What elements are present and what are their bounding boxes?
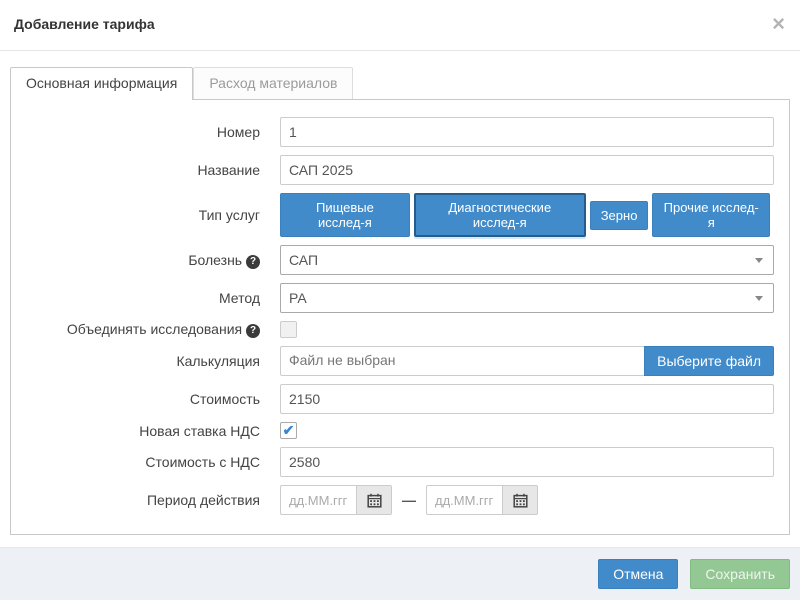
- service-type-grain-button[interactable]: Зерно: [590, 201, 649, 230]
- file-status-text: Файл не выбран: [280, 346, 644, 376]
- cost-with-vat-input[interactable]: [280, 447, 774, 477]
- cost-input[interactable]: [280, 384, 774, 414]
- choose-file-button[interactable]: Выберите файл: [644, 346, 774, 376]
- row-number: Номер: [26, 117, 774, 147]
- help-icon[interactable]: ?: [246, 324, 260, 338]
- row-method: Метод РА: [26, 283, 774, 313]
- close-icon[interactable]: ×: [772, 16, 785, 32]
- new-vat-checkbox[interactable]: ✔: [280, 422, 297, 439]
- row-calculation: Калькуляция Файл не выбран Выберите файл: [26, 346, 774, 376]
- number-input[interactable]: [280, 117, 774, 147]
- new-vat-label: Новая ставка НДС: [26, 423, 280, 439]
- cost-label: Стоимость: [26, 391, 280, 407]
- calendar-icon: [513, 493, 528, 508]
- cancel-button[interactable]: Отмена: [598, 559, 678, 589]
- calendar-icon: [367, 493, 382, 508]
- tab-materials-label: Расход материалов: [209, 75, 337, 91]
- service-type-food-button[interactable]: Пищевые исслед-я: [280, 193, 410, 237]
- name-label: Название: [26, 162, 280, 178]
- number-label: Номер: [26, 124, 280, 140]
- merge-studies-label: Объединять исследования ?: [26, 321, 280, 338]
- period-from-group: [280, 485, 392, 515]
- method-select-value: РА: [289, 290, 307, 306]
- disease-select-value: САП: [289, 252, 318, 268]
- period-to-calendar-button[interactable]: [502, 485, 538, 515]
- service-type-other-button[interactable]: Прочие исслед-я: [652, 193, 770, 237]
- row-merge-studies: Объединять исследования ?: [26, 321, 774, 338]
- period-separator: —: [402, 492, 416, 508]
- modal-footer: Отмена Сохранить: [0, 547, 800, 600]
- method-select[interactable]: РА: [280, 283, 774, 313]
- help-icon[interactable]: ?: [246, 255, 260, 269]
- page-title: Добавление тарифа: [14, 16, 155, 32]
- row-cost-with-vat: Стоимость с НДС: [26, 447, 774, 477]
- row-disease: Болезнь ? САП: [26, 245, 774, 275]
- cost-with-vat-label: Стоимость с НДС: [26, 454, 280, 470]
- modal-header: × Добавление тарифа: [0, 0, 800, 51]
- merge-studies-label-text: Объединять исследования: [67, 321, 242, 337]
- disease-label: Болезнь ?: [26, 252, 280, 269]
- calculation-file-input: Файл не выбран Выберите файл: [280, 346, 774, 376]
- tab-materials[interactable]: Расход материалов: [193, 67, 353, 99]
- row-name: Название: [26, 155, 774, 185]
- period-from-input[interactable]: [280, 485, 356, 515]
- service-type-label: Тип услуг: [26, 207, 280, 223]
- period-to-input[interactable]: [426, 485, 502, 515]
- tab-bar: Основная информация Расход материалов: [10, 67, 790, 99]
- row-cost: Стоимость: [26, 384, 774, 414]
- chevron-down-icon: [755, 258, 763, 263]
- tab-main-info[interactable]: Основная информация: [10, 67, 193, 100]
- tab-panel-main-info: Номер Название Тип услуг Пищевые исслед-…: [10, 99, 790, 535]
- period-to-group: [426, 485, 538, 515]
- save-button[interactable]: Сохранить: [690, 559, 790, 589]
- chevron-down-icon: [755, 296, 763, 301]
- tab-main-info-label: Основная информация: [26, 75, 177, 91]
- row-service-type: Тип услуг Пищевые исслед-я Диагностическ…: [26, 193, 774, 237]
- service-type-diagnostic-button[interactable]: Диагностические исслед-я: [414, 193, 586, 237]
- disease-select[interactable]: САП: [280, 245, 774, 275]
- method-label: Метод: [26, 290, 280, 306]
- add-tariff-modal: × Добавление тарифа Основная информация …: [0, 0, 800, 535]
- modal-body: Основная информация Расход материалов Но…: [0, 51, 800, 535]
- period-from-calendar-button[interactable]: [356, 485, 392, 515]
- name-input[interactable]: [280, 155, 774, 185]
- check-icon: ✔: [283, 423, 295, 437]
- calculation-label: Калькуляция: [26, 353, 280, 369]
- row-period: Период действия: [26, 485, 774, 515]
- row-new-vat: Новая ставка НДС ✔: [26, 422, 774, 439]
- period-label: Период действия: [26, 492, 280, 508]
- disease-label-text: Болезнь: [188, 252, 242, 268]
- merge-studies-checkbox[interactable]: [280, 321, 297, 338]
